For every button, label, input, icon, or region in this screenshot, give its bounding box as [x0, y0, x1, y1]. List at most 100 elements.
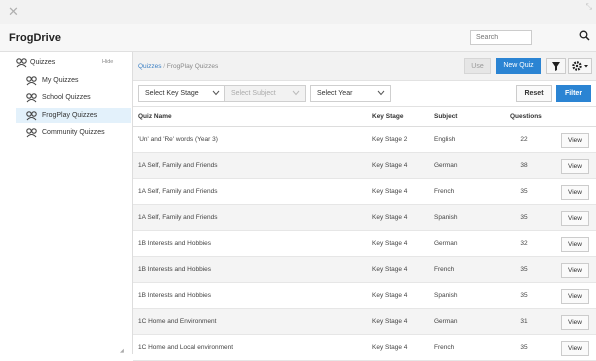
table-row[interactable]: 1A Self, Family and Friends Key Stage 4 …: [133, 153, 596, 179]
sidebar: Quizzes Hide My Quizzes School Quizzes F…: [0, 52, 133, 354]
chevron-down-icon: [212, 90, 220, 98]
view-button[interactable]: View: [561, 237, 589, 252]
breadcrumb-current: FrogPlay Quizzes: [166, 63, 219, 70]
table-row[interactable]: 1C Home and Environment Key Stage 4 Germ…: [133, 309, 596, 335]
reset-button[interactable]: Reset: [516, 85, 552, 102]
column-header-questions[interactable]: Questions: [510, 113, 542, 120]
cell-subject: Spanish: [434, 214, 458, 221]
sidebar-hide-link[interactable]: Hide: [102, 59, 113, 65]
filter-button[interactable]: Filter: [556, 85, 591, 102]
cell-questions: 22: [520, 136, 528, 143]
frog-icon: [16, 58, 27, 70]
sidebar-item-school-quizzes[interactable]: School Quizzes: [16, 90, 131, 105]
table-row[interactable]: 1B Interests and Hobbies Key Stage 4 Ger…: [133, 231, 596, 257]
cell-questions: 35: [520, 214, 528, 221]
frog-icon: [26, 128, 37, 140]
cell-subject: French: [434, 188, 455, 195]
cell-questions: 35: [520, 266, 528, 273]
main-panel: Quizzes / FrogPlay Quizzes Use New Quiz …: [133, 52, 596, 361]
cell-subject: French: [434, 344, 455, 351]
table-row[interactable]: 1B Interests and Hobbies Key Stage 4 Fre…: [133, 257, 596, 283]
gear-icon: [569, 61, 591, 75]
app-title: FrogDrive: [9, 32, 61, 44]
year-select[interactable]: Select Year: [310, 85, 391, 102]
sidebar-item-label: School Quizzes: [42, 94, 91, 101]
sidebar-item-frogplay-quizzes[interactable]: FrogPlay Quizzes: [16, 108, 131, 123]
cell-key-stage: Key Stage 4: [372, 318, 408, 325]
cell-questions: 35: [520, 292, 528, 299]
cell-questions: 35: [520, 188, 528, 195]
cell-key-stage: Key Stage 4: [372, 188, 408, 195]
column-header-subject[interactable]: Subject: [434, 113, 457, 120]
search-input[interactable]: [470, 30, 532, 45]
cell-key-stage: Key Stage 4: [372, 240, 408, 247]
cell-subject: German: [434, 240, 458, 247]
cell-subject: Spanish: [434, 292, 458, 299]
table-row[interactable]: 1A Self, Family and Friends Key Stage 4 …: [133, 205, 596, 231]
cell-key-stage: Key Stage 4: [372, 162, 408, 169]
breadcrumb-separator: /: [163, 63, 166, 70]
column-header-quiz-name[interactable]: Quiz Name: [138, 113, 172, 120]
cell-quiz-name: 1B Interests and Hobbies: [138, 266, 211, 273]
filter-bar: Select Key Stage Select Subject Select Y…: [133, 81, 596, 107]
cell-key-stage: Key Stage 4: [372, 344, 408, 351]
cell-subject: English: [434, 136, 456, 143]
window-titlebar: ✕ ⤡: [0, 0, 596, 24]
cell-questions: 31: [520, 318, 528, 325]
resize-grip-icon[interactable]: ◢: [120, 348, 124, 354]
subject-select-value: Select Subject: [231, 90, 276, 97]
cell-quiz-name: 1C Home and Environment: [138, 318, 217, 325]
table-row[interactable]: 1C Home and Local environment Key Stage …: [133, 335, 596, 361]
frog-icon: [26, 76, 37, 88]
sidebar-item-community-quizzes[interactable]: Community Quizzes: [16, 125, 131, 140]
table-row[interactable]: 1A Self, Family and Friends Key Stage 4 …: [133, 179, 596, 205]
toolbar: Quizzes / FrogPlay Quizzes Use New Quiz: [133, 52, 596, 81]
chevron-down-icon: [292, 90, 300, 98]
table-row[interactable]: 1B Interests and Hobbies Key Stage 4 Spa…: [133, 283, 596, 309]
cell-quiz-name: 1A Self, Family and Friends: [138, 162, 218, 169]
search-icon[interactable]: [579, 30, 590, 43]
cell-key-stage: Key Stage 4: [372, 292, 408, 299]
cell-subject: French: [434, 266, 455, 273]
view-button[interactable]: View: [561, 315, 589, 330]
sidebar-item-label: FrogPlay Quizzes: [42, 112, 98, 119]
resize-icon[interactable]: ⤡: [586, 2, 592, 12]
view-button[interactable]: View: [561, 159, 589, 174]
filter-toggle-button[interactable]: [546, 58, 566, 74]
cell-questions: 32: [520, 240, 528, 247]
breadcrumb: Quizzes / FrogPlay Quizzes: [138, 63, 218, 70]
cell-subject: German: [434, 318, 458, 325]
key-stage-select[interactable]: Select Key Stage: [138, 85, 226, 102]
cell-key-stage: Key Stage 4: [372, 214, 408, 221]
view-button[interactable]: View: [561, 133, 589, 148]
cell-subject: German: [434, 162, 458, 169]
cell-quiz-name: 1A Self, Family and Friends: [138, 214, 218, 221]
app-header: FrogDrive: [0, 24, 596, 52]
cell-quiz-name: 1B Interests and Hobbies: [138, 240, 211, 247]
table-row[interactable]: 'Un' and 'Re' words (Year 3) Key Stage 2…: [133, 127, 596, 153]
year-select-value: Select Year: [317, 90, 353, 97]
cell-key-stage: Key Stage 4: [372, 266, 408, 273]
close-icon[interactable]: ✕: [8, 4, 19, 20]
sidebar-item-label: My Quizzes: [42, 77, 79, 84]
use-button[interactable]: Use: [464, 58, 491, 74]
cell-questions: 38: [520, 162, 528, 169]
sidebar-item-my-quizzes[interactable]: My Quizzes: [16, 73, 131, 88]
subject-select[interactable]: Select Subject: [224, 85, 306, 102]
view-button[interactable]: View: [561, 211, 589, 226]
view-button[interactable]: View: [561, 185, 589, 200]
settings-button[interactable]: [568, 58, 592, 74]
quiz-table: Quiz Name Key Stage Subject Questions 'U…: [133, 107, 596, 361]
sidebar-root-label: Quizzes: [30, 59, 56, 66]
cell-key-stage: Key Stage 2: [372, 136, 408, 143]
cell-quiz-name: 1A Self, Family and Friends: [138, 188, 218, 195]
frog-icon: [26, 93, 37, 105]
new-quiz-button[interactable]: New Quiz: [496, 58, 541, 74]
view-button[interactable]: View: [561, 263, 589, 278]
column-header-key-stage[interactable]: Key Stage: [372, 113, 403, 120]
view-button[interactable]: View: [561, 289, 589, 304]
cell-quiz-name: 1C Home and Local environment: [138, 344, 234, 351]
breadcrumb-root-link[interactable]: Quizzes: [138, 63, 161, 70]
table-header: Quiz Name Key Stage Subject Questions: [133, 107, 596, 127]
sidebar-item-label: Community Quizzes: [42, 129, 105, 136]
